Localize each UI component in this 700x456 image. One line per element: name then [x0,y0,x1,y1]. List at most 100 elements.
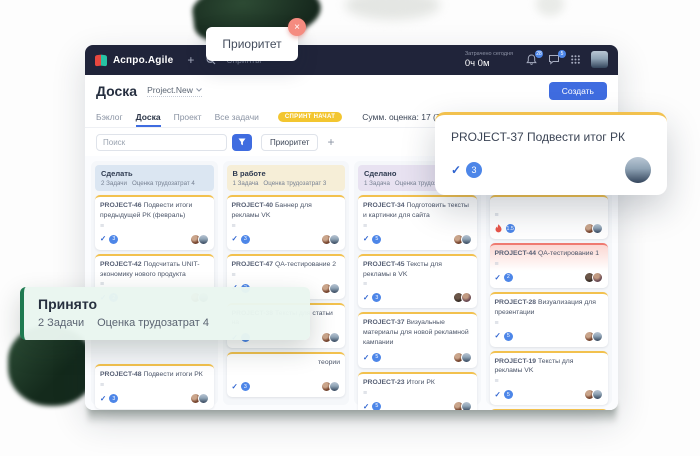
check-icon: ✓ [363,294,369,302]
estimate-badge: 2 [504,273,513,282]
check-icon: ✓ [100,235,106,243]
notifications-bell-icon[interactable]: 28 [526,54,537,66]
tab-backlog[interactable]: Бэклог [96,106,123,127]
task-card[interactable]: PROJECT-34 Подготовить тексты и картинки… [358,195,477,250]
description-icon: ≡ [100,223,209,230]
avatar [592,389,603,400]
task-card[interactable]: PROJECT-44 QA-тестирование 1 ≡ ✓2 [490,243,609,288]
avatar [592,223,603,234]
chevron-down-icon [196,88,202,92]
description-icon: ≡ [495,378,604,385]
avatar [461,234,472,245]
description-icon: ≡ [495,212,604,219]
tab-board[interactable]: Доска [136,106,161,127]
check-icon: ✓ [363,235,369,243]
task-card[interactable]: PROJECT-48 Подвести итоги РК ≡ ✓3 [95,364,214,409]
avatar [461,352,472,363]
description-icon: ≡ [495,320,604,327]
task-card[interactable]: PROJECT-28 Визуализация для презентации … [490,292,609,347]
time-tracker: Затрачено сегодня 0ч 0м [465,51,513,69]
search-input[interactable] [96,134,227,151]
avatar [329,283,340,294]
task-card[interactable]: PROJECT-23 Итоги РК ≡ ✓5 [358,372,477,410]
project-select[interactable]: Project.New [147,85,202,97]
description-icon: ≡ [363,390,472,397]
estimate-badge: 3 [109,235,118,244]
task-card[interactable]: PROJECT-40 Баннер для рекламы VK ≡ ✓3 [227,195,346,250]
task-card[interactable]: PROJECT-19 Тексты для рекламы VK ≡ ✓5 [490,351,609,406]
check-icon: ✓ [495,391,501,399]
estimate-badge: 5 [504,332,513,341]
avatar [461,292,472,303]
fire-icon [495,224,502,233]
avatar [592,331,603,342]
avatar [329,332,340,343]
check-icon: ✓ [232,235,238,243]
avatar [329,381,340,392]
check-icon: ✓ [232,383,238,391]
avatar [592,272,603,283]
description-icon: ≡ [100,382,209,389]
description-icon: ≡ [232,223,341,230]
bell-badge: 28 [535,50,543,58]
column-in-progress: В работе 1 ЗадачаОценка трудозатрат 3 PR… [223,161,350,405]
check-icon: ✓ [100,395,106,403]
check-icon: ✓ [451,163,461,177]
task-card[interactable]: PROJECT-45 Тексты для рекламы в VK ≡ ✓3 [358,254,477,309]
estimate-badge: 3 [372,293,381,302]
add-icon[interactable]: + [187,54,194,66]
page-header: Доска Project.New Создать [85,75,618,106]
column-header: В работе 1 ЗадачаОценка трудозатрат 3 [227,165,346,191]
estimate-badge: 5 [372,235,381,244]
tab-project[interactable]: Проект [174,106,202,127]
apps-grid-icon[interactable] [571,55,580,64]
app-logo-icon [95,54,108,67]
task-card[interactable]: теории ✓3 [227,352,346,397]
estimate-badge: 3 [466,162,482,178]
description-icon: ≡ [363,223,472,230]
task-card[interactable]: ≡ 1.5 [490,195,609,239]
check-icon: ✓ [495,332,501,340]
check-icon: ✓ [363,403,369,411]
priority-tooltip: Приоритет × [206,27,298,61]
sprint-status-badge: СПРИНТ НАЧАТ [278,112,342,122]
add-filter-icon[interactable]: + [327,136,334,148]
avatar [198,234,209,245]
tab-all-tasks[interactable]: Все задачи [215,106,259,127]
user-avatar[interactable] [591,51,608,68]
page-title: Доска [96,83,137,99]
avatar [329,234,340,245]
top-navbar: Аспро.Agile + Спринты Затрачено сегодня … [85,45,618,75]
column-done: Сделано 1 ЗадачаОценка трудозатрат 6 PRO… [354,161,481,405]
column-header: Сделать 2 ЗадачиОценка трудозатрат 4 [95,165,214,191]
task-card[interactable]: PROJECT-46 Подвести итоги предыдущей РК … [95,195,214,250]
check-icon: ✓ [363,354,369,362]
avatar [461,401,472,410]
chat-icon[interactable]: 5 [548,54,560,65]
funnel-icon [238,138,246,146]
task-card[interactable]: PROJECT-16 Подвести итоги РК ≡ [490,409,609,410]
leaf-decoration [345,0,440,20]
column-todo: Сделать 2 ЗадачиОценка трудозатрат 4 PRO… [91,161,218,405]
task-popover[interactable]: PROJECT-37 Подвести итог РК ✓ 3 [435,112,667,195]
estimate-badge: 3 [109,394,118,403]
estimate-badge: 3 [241,382,250,391]
task-card[interactable]: PROJECT-37 Визуальные материалы для ново… [358,312,477,368]
accepted-callout: Принято 2 ЗадачиОценка трудозатрат 4 [20,287,310,340]
description-icon: ≡ [363,281,472,288]
create-button[interactable]: Создать [549,82,607,100]
filter-funnel-button[interactable] [232,134,252,151]
avatar [625,157,651,183]
estimate-badge: 5 [372,353,381,362]
estimate-badge: 5 [372,402,381,410]
column-accepted: Принято 2 ЗадачиОценка трудозатрат 4 ≡ 1… [486,161,613,405]
popover-title: PROJECT-37 Подвести итог РК [451,130,651,144]
app-name: Аспро.Agile [113,55,173,66]
close-icon[interactable]: × [288,18,306,36]
app-window: Аспро.Agile + Спринты Затрачено сегодня … [85,45,618,410]
estimate-badge: 3 [241,235,250,244]
estimate-badge: 5 [504,390,513,399]
leaf-decoration [536,0,564,16]
priority-filter-chip[interactable]: Приоритет [261,134,318,151]
description-icon: ≡ [495,261,604,268]
